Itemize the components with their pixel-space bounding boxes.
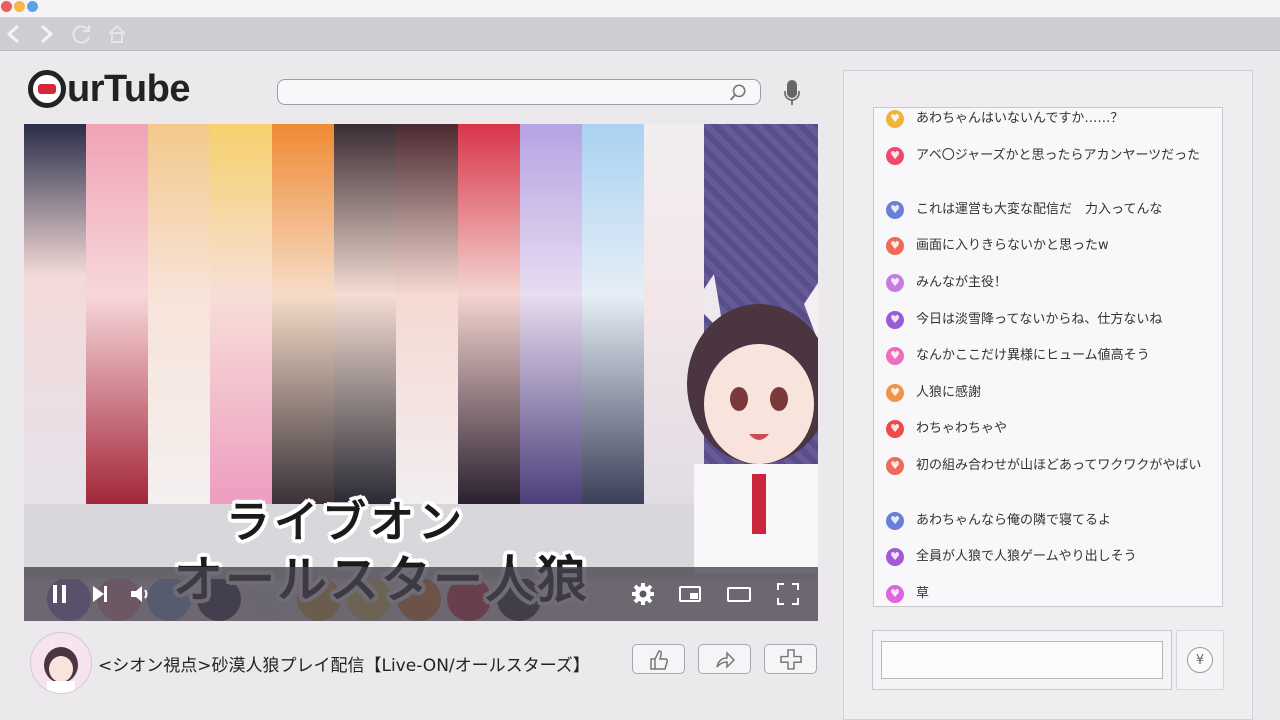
heart-icon: [886, 585, 904, 603]
search-box[interactable]: [277, 79, 761, 105]
channel-avatar[interactable]: [30, 632, 92, 694]
theater-icon[interactable]: [727, 582, 751, 606]
chat-message: なんかここだけ異様にヒューム値高そう: [886, 347, 1206, 365]
close-dot[interactable]: [1, 1, 12, 12]
browser-titlebar: [0, 0, 1280, 18]
share-button[interactable]: [698, 644, 751, 674]
heart-icon: [886, 384, 904, 402]
chat-message-list[interactable]: あわちゃんはいないんですか……？ アベ〇ジャーズかと思ったらアカンヤーツだった …: [873, 107, 1223, 607]
mic-icon[interactable]: [783, 79, 801, 107]
superchat-button[interactable]: ¥: [1176, 630, 1224, 690]
like-icon: [650, 650, 669, 670]
heart-icon: [886, 147, 904, 165]
back-arrow-icon[interactable]: [2, 22, 26, 46]
chat-message: 草: [886, 585, 1206, 603]
fullscreen-icon[interactable]: [776, 582, 800, 606]
site-logo[interactable]: urTube: [28, 67, 190, 111]
video-player[interactable]: ライブオン オールスター人狼: [24, 124, 818, 621]
logo-icon: [28, 70, 66, 108]
heart-icon: [886, 237, 904, 255]
chat-input-area: [872, 630, 1172, 690]
next-icon[interactable]: [88, 582, 112, 606]
video-title: <シオン視点>砂漠人狼プレイ配信【Live-ON/オールスターズ】: [98, 656, 590, 676]
reload-icon[interactable]: [70, 22, 94, 46]
chat-message: 今日は淡雪降ってないからね、仕方ないね: [886, 311, 1206, 329]
search-icon[interactable]: [728, 83, 748, 101]
forward-arrow-icon[interactable]: [34, 22, 58, 46]
chat-message-text: あわちゃんはいないんですか……？: [916, 111, 1124, 126]
chat-message: 全員が人狼で人狼ゲームやり出しそう: [886, 548, 1206, 566]
share-icon: [716, 651, 736, 669]
heart-icon: [886, 311, 904, 329]
heart-icon: [886, 548, 904, 566]
settings-icon[interactable]: [631, 582, 655, 606]
heart-icon: [886, 347, 904, 365]
chat-message-text: みんなが主役！: [916, 275, 1008, 290]
pause-icon[interactable]: [48, 582, 72, 606]
chat-message-text: 全員が人狼で人狼ゲームやり出しそう: [916, 549, 1137, 564]
chat-message: アベ〇ジャーズかと思ったらアカンヤーツだった: [886, 147, 1206, 165]
chat-message-text: アベ〇ジャーズかと思ったらアカンヤーツだった: [916, 148, 1201, 163]
heart-icon: [886, 420, 904, 438]
chat-message: 初の組み合わせが山ほどあってワクワクがやばい: [886, 457, 1206, 475]
chat-message-text: これは運営も大変な配信だ 力入ってんな: [916, 202, 1163, 217]
logo-text: urTube: [67, 67, 190, 110]
add-icon: [780, 649, 802, 670]
chat-message-text: なんかここだけ異様にヒューム値高そう: [916, 348, 1150, 363]
miniplayer-icon[interactable]: [678, 582, 702, 606]
chat-input[interactable]: [881, 641, 1163, 679]
chat-message: あわちゃんはいないんですか……？: [886, 110, 1206, 128]
chat-message-text: あわちゃんなら俺の隣で寝てるよ: [916, 513, 1112, 528]
chat-message: わちゃわちゃや: [886, 420, 1206, 438]
browser-navbar: [0, 18, 1280, 51]
chat-message: 人狼に感謝: [886, 384, 1206, 402]
chat-message-text: 草: [916, 586, 930, 601]
like-button[interactable]: [632, 644, 685, 674]
chat-message-text: 初の組み合わせが山ほどあってワクワクがやばい: [916, 458, 1202, 473]
heart-icon: [886, 274, 904, 292]
heart-icon: [886, 512, 904, 530]
chat-message: あわちゃんなら俺の隣で寝てるよ: [886, 512, 1206, 530]
add-button[interactable]: [764, 644, 817, 674]
yen-icon: ¥: [1187, 647, 1213, 673]
video-controls: [24, 567, 818, 621]
chat-message-text: 人狼に感謝: [916, 385, 982, 400]
chat-message-text: 今日は淡雪降ってないからね、仕方ないね: [916, 312, 1163, 327]
chat-message: みんなが主役！: [886, 274, 1206, 292]
heart-icon: [886, 110, 904, 128]
chat-message: 画面に入りきらないかと思ったw: [886, 237, 1206, 255]
search-input[interactable]: [286, 83, 720, 103]
chat-message-text: わちゃわちゃや: [916, 421, 1008, 436]
home-icon[interactable]: [105, 22, 129, 46]
minimize-dot[interactable]: [14, 1, 25, 12]
maximize-dot[interactable]: [27, 1, 38, 12]
chat-message-text: 画面に入りきらないかと思ったw: [916, 238, 1109, 253]
volume-icon[interactable]: [128, 582, 152, 606]
heart-icon: [886, 457, 904, 475]
chat-message: これは運営も大変な配信だ 力入ってんな: [886, 201, 1206, 219]
heart-icon: [886, 201, 904, 219]
